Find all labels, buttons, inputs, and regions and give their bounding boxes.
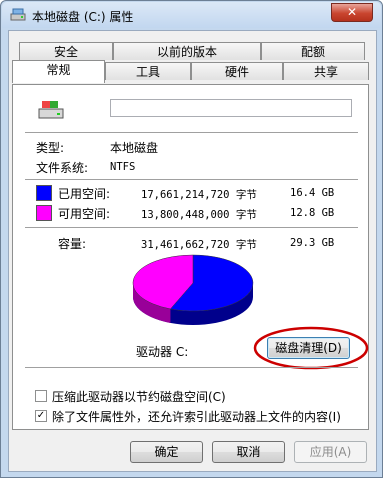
ok-button[interactable]: 确定 — [130, 441, 203, 463]
file-system-label: 文件系统: — [36, 161, 89, 175]
capacity-bytes: 31,461,662,720 字节 — [141, 239, 257, 251]
compress-label: 压缩此驱动器以节约磁盘空间(C) — [52, 390, 226, 404]
window-title: 本地磁盘 (C:) 属性 — [32, 10, 134, 24]
tab-hardware[interactable]: 硬件 — [191, 62, 283, 80]
volume-name-input[interactable] — [110, 99, 352, 117]
tab-general[interactable]: 常规 — [12, 60, 105, 83]
index-label: 除了文件属性外，还允许索引此驱动器上文件的内容(I) — [52, 410, 341, 424]
close-icon: ✕ — [346, 5, 358, 19]
divider — [25, 227, 358, 228]
free-space-swatch — [36, 205, 52, 221]
divider — [25, 179, 358, 180]
compress-checkbox[interactable] — [35, 390, 47, 402]
general-tab-page: 类型: 本地磁盘 文件系统: NTFS 已用空间: 17,661,214,720… — [12, 84, 369, 430]
title-bar[interactable]: 本地磁盘 (C:) 属性 ✕ — [2, 2, 381, 28]
properties-window: 本地磁盘 (C:) 属性 ✕ 安全 以前的版本 配额 常规 工具 硬件 共享 类… — [0, 0, 383, 478]
divider — [25, 367, 358, 368]
type-label: 类型: — [36, 141, 65, 155]
free-space-size: 12.8 GB — [290, 207, 335, 219]
drive-letter-label: 驱动器 C: — [136, 345, 189, 359]
cancel-button[interactable]: 取消 — [212, 441, 285, 463]
tab-previous-versions[interactable]: 以前的版本 — [113, 42, 261, 60]
index-checkbox[interactable]: ✓ — [35, 410, 47, 422]
tab-security[interactable]: 安全 — [19, 42, 113, 60]
capacity-label: 容量: — [58, 237, 87, 251]
close-button[interactable]: ✕ — [331, 3, 373, 22]
used-space-bytes: 17,661,214,720 字节 — [141, 189, 257, 201]
used-space-label: 已用空间: — [58, 187, 111, 201]
used-space-swatch — [36, 185, 52, 201]
apply-button[interactable]: 应用(A) — [294, 441, 367, 463]
used-space-size: 16.4 GB — [290, 187, 335, 199]
usage-pie-chart — [132, 254, 254, 325]
type-value: 本地磁盘 — [110, 141, 159, 155]
divider — [25, 132, 358, 133]
drive-icon — [10, 8, 26, 21]
dialog-client: 安全 以前的版本 配额 常规 工具 硬件 共享 类型: 本地磁盘 文件系统: N… — [8, 30, 377, 472]
drive-icon — [38, 101, 64, 119]
capacity-size: 29.3 GB — [290, 237, 335, 249]
file-system-value: NTFS — [110, 161, 136, 173]
highlight-ellipse — [253, 326, 369, 370]
tab-quota[interactable]: 配额 — [261, 42, 365, 60]
free-space-label: 可用空间: — [58, 207, 111, 221]
tab-sharing[interactable]: 共享 — [283, 62, 369, 80]
free-space-bytes: 13,800,448,000 字节 — [141, 209, 257, 221]
tab-tools[interactable]: 工具 — [105, 62, 191, 80]
